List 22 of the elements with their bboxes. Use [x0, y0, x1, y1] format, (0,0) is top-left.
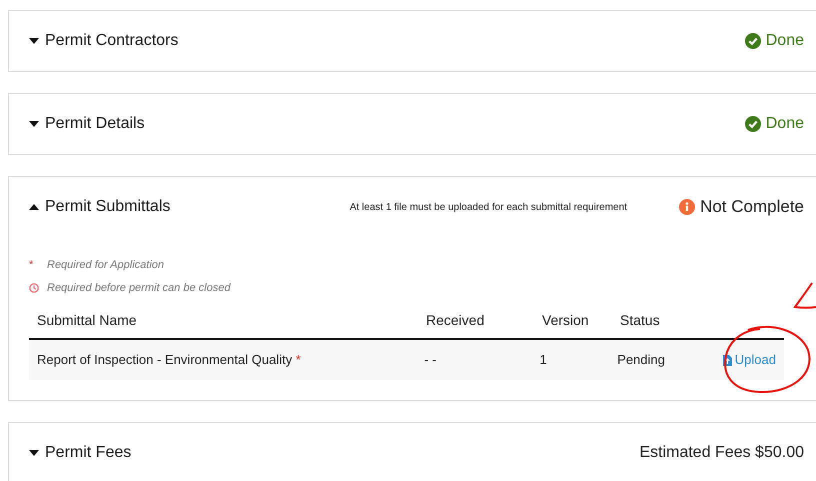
- column-header: Version: [542, 312, 589, 328]
- status-label: Done: [766, 114, 804, 134]
- section-toggle[interactable]: Permit Fees: [29, 441, 132, 465]
- table-cell: Pending: [617, 352, 665, 368]
- table-cell: - -: [424, 352, 436, 368]
- section-toggle[interactable]: Permit Details: [29, 112, 145, 136]
- legend-text: Required before permit can be closed: [47, 280, 230, 296]
- section-toggle[interactable]: Permit Contractors: [29, 29, 178, 53]
- status-label: Not Complete: [700, 196, 804, 218]
- clock-icon: [29, 282, 39, 293]
- table-cell: 1: [540, 352, 547, 368]
- requirement-note: At least 1 file must be uploaded for each submittal requirement: [350, 200, 628, 214]
- status-label: Done: [766, 31, 804, 51]
- column-header: Submittal Name: [37, 312, 137, 328]
- section-toggle[interactable]: Permit Submittals: [29, 195, 170, 219]
- table-cell: Report of Inspection - Environmental Quality: [37, 352, 292, 368]
- required-asterisk: *: [29, 258, 34, 273]
- column-header: Received: [426, 312, 484, 328]
- legend-text: Required for Application: [47, 258, 164, 273]
- fees-summary: Estimated Fees $50.00: [639, 443, 804, 463]
- column-header: Status: [620, 312, 660, 328]
- required-asterisk: *: [296, 352, 301, 368]
